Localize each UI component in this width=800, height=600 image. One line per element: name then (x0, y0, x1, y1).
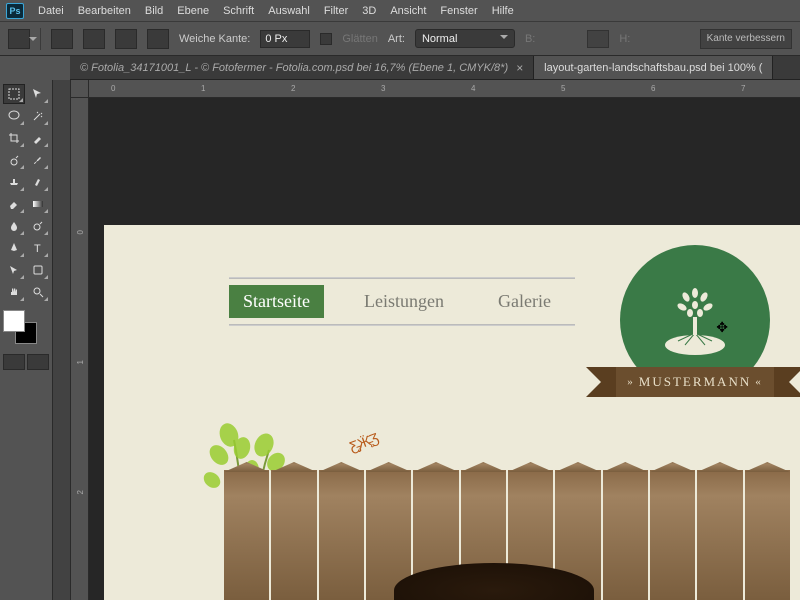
nav-leistungen: Leistungen (350, 285, 458, 318)
crop-tool[interactable] (3, 128, 25, 148)
ruler-origin[interactable] (71, 80, 89, 98)
menu-bar: Ps Datei Bearbeiten Bild Ebene Schrift A… (0, 0, 800, 22)
history-brush-tool[interactable] (27, 172, 49, 192)
healing-brush-tool[interactable] (3, 150, 25, 170)
selection-mode-add[interactable] (83, 29, 105, 49)
butterfly-graphic: Ƹ̵̡Ӝ̵̨̄Ʒ (347, 429, 381, 454)
path-selection-tool[interactable] (3, 260, 25, 280)
hand-tool[interactable] (3, 282, 25, 302)
options-bar: Weiche Kante: Glätten Art: Normal B: H: … (0, 22, 800, 56)
ruler-vertical[interactable]: 0 1 2 (71, 98, 89, 600)
feather-input[interactable] (260, 30, 310, 48)
nav-startseite: Startseite (229, 285, 324, 318)
zoom-tool[interactable] (27, 282, 49, 302)
gradient-tool[interactable] (27, 194, 49, 214)
menu-3d[interactable]: 3D (362, 5, 376, 17)
selection-mode-intersect[interactable] (147, 29, 169, 49)
site-logo: »MUSTERMANN« (610, 245, 780, 415)
shape-tool[interactable] (27, 260, 49, 280)
pen-tool[interactable] (3, 238, 25, 258)
menu-view[interactable]: Ansicht (390, 5, 426, 17)
menu-file[interactable]: Datei (38, 5, 64, 17)
blur-tool[interactable] (3, 216, 25, 236)
svg-text:T: T (34, 243, 41, 255)
color-swatches[interactable] (3, 310, 37, 344)
eraser-tool[interactable] (3, 194, 25, 214)
antialias-checkbox[interactable] (320, 33, 332, 45)
antialias-label: Glätten (342, 33, 377, 45)
selection-mode-subtract[interactable] (115, 29, 137, 49)
refine-edge-button[interactable]: Kante verbessern (700, 29, 792, 49)
quick-mask-button[interactable] (3, 354, 25, 370)
dodge-tool[interactable] (27, 216, 49, 236)
brush-tool[interactable] (27, 150, 49, 170)
collapsed-panel-strip[interactable] (53, 80, 71, 600)
canvas[interactable]: 0 1 2 3 4 5 6 7 0 1 2 Startseite Leistun… (71, 80, 800, 600)
eyedropper-tool[interactable] (27, 128, 49, 148)
feather-label: Weiche Kante: (179, 33, 250, 45)
foreground-color[interactable] (3, 310, 25, 332)
selection-mode-new[interactable] (51, 29, 73, 49)
menu-filter[interactable]: Filter (324, 5, 348, 17)
menu-layer[interactable]: Ebene (177, 5, 209, 17)
site-nav: Startseite Leistungen Galerie (229, 285, 565, 318)
menu-window[interactable]: Fenster (440, 5, 477, 17)
menu-type[interactable]: Schrift (223, 5, 254, 17)
tab-active[interactable]: layout-garten-landschaftsbau.psd bei 100… (534, 56, 773, 79)
width-label: B: (525, 33, 535, 45)
clone-stamp-tool[interactable] (3, 172, 25, 192)
document-tabs: © Fotolia_34171001_L - © Fotofermer - Fo… (70, 56, 800, 80)
tab-inactive[interactable]: © Fotolia_34171001_L - © Fotofermer - Fo… (70, 56, 534, 79)
ruler-horizontal[interactable]: 0 1 2 3 4 5 6 7 (89, 80, 800, 98)
document-content: Startseite Leistungen Galerie (104, 225, 800, 600)
magic-wand-tool[interactable] (27, 106, 49, 126)
logo-ribbon: »MUSTERMANN« (604, 367, 786, 397)
app-icon[interactable]: Ps (6, 3, 24, 19)
type-tool[interactable]: T (27, 238, 49, 258)
height-label: H: (619, 33, 630, 45)
style-select[interactable]: Normal (415, 29, 515, 48)
menu-image[interactable]: Bild (145, 5, 163, 17)
screen-mode-button[interactable] (27, 354, 49, 370)
style-label: Art: (388, 33, 405, 45)
tool-preset-picker[interactable] (8, 29, 30, 49)
toolbox: T (0, 80, 53, 600)
swap-wh-icon (587, 30, 609, 48)
nav-galerie: Galerie (484, 285, 565, 318)
marquee-tool[interactable] (3, 84, 25, 104)
move-tool[interactable] (27, 84, 49, 104)
menu-help[interactable]: Hilfe (492, 5, 514, 17)
menu-select[interactable]: Auswahl (268, 5, 310, 17)
menu-edit[interactable]: Bearbeiten (78, 5, 131, 17)
lasso-tool[interactable] (3, 106, 25, 126)
close-icon[interactable]: × (516, 61, 523, 75)
